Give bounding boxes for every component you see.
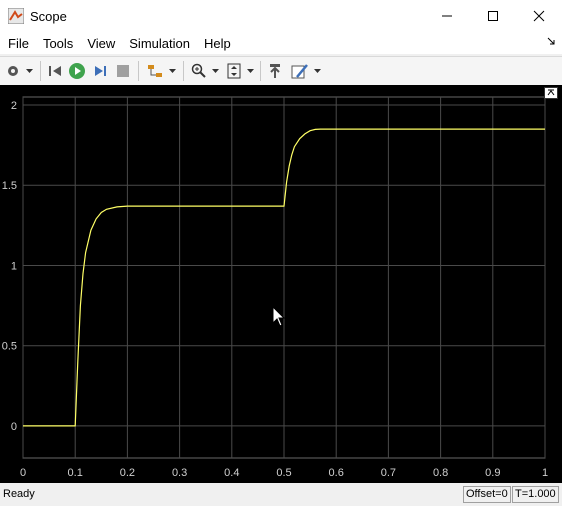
run-icon [69, 63, 85, 79]
highlight-button[interactable] [145, 61, 165, 81]
menu-bar: File Tools View Simulation Help [0, 32, 562, 54]
step-back-button[interactable] [45, 61, 65, 81]
maximize-button[interactable] [470, 0, 516, 32]
x-tick-label: 0.9 [485, 467, 500, 479]
offset-field: Offset=0 [463, 486, 511, 503]
stop-icon [117, 65, 129, 77]
x-tick-label: 0.2 [120, 467, 135, 479]
x-tick-label: 0.7 [381, 467, 396, 479]
toolbar [0, 56, 562, 86]
zoom-in-button[interactable] [189, 61, 209, 81]
minimize-icon [442, 15, 452, 17]
fit-dropdown-icon[interactable] [247, 67, 255, 75]
zoom-dropdown-icon[interactable] [212, 67, 220, 75]
mouse-cursor-icon [272, 306, 286, 327]
time-field: T=1.000 [512, 486, 559, 503]
menu-tools[interactable]: Tools [37, 36, 79, 51]
y-tick-label: 0 [11, 421, 17, 433]
restore-button[interactable] [265, 61, 285, 81]
status-bar: Ready Offset=0 T=1.000 [0, 483, 562, 506]
step-forward-icon [95, 66, 106, 76]
step-back-icon [49, 66, 61, 76]
menu-simulation[interactable]: Simulation [123, 36, 196, 51]
menu-view[interactable]: View [81, 36, 121, 51]
title-bar: Scope [0, 0, 562, 32]
expand-button[interactable] [544, 87, 558, 99]
style-dropdown-icon[interactable] [314, 67, 322, 75]
style-icon [291, 64, 308, 79]
scope-display[interactable]: 0 0.1 0.2 0.3 0.4 0.5 0.6 0.7 0.8 0.9 1 0 0.5 1 1.5 2 [0, 85, 562, 483]
x-tick-label: 0.5 [276, 467, 291, 479]
expand-icon [547, 89, 555, 96]
scope-plot[interactable]: 0 0.1 0.2 0.3 0.4 0.5 0.6 0.7 0.8 0.9 1 0 0.5 1 1.5 2 [0, 85, 562, 483]
x-tick-label: 0.4 [224, 467, 239, 479]
fit-axes-icon [227, 63, 241, 79]
settings-button[interactable] [3, 61, 23, 81]
settings-icon [8, 66, 18, 76]
minimize-button[interactable] [424, 0, 470, 32]
y-tick-label: 2 [11, 100, 17, 112]
x-tick-label: 0.8 [433, 467, 448, 479]
highlight-icon [148, 65, 162, 77]
y-tick-label: 0.5 [2, 341, 17, 353]
fit-axes-button[interactable] [224, 61, 244, 81]
x-tick-label: 1 [542, 467, 548, 479]
highlight-dropdown-icon[interactable] [169, 67, 177, 75]
status-text: Ready [3, 488, 35, 500]
close-icon [533, 10, 545, 22]
close-button[interactable] [516, 0, 562, 32]
x-tick-label: 0.1 [68, 467, 83, 479]
window-title: Scope [30, 8, 67, 24]
style-button[interactable] [290, 61, 310, 81]
y-tick-label: 1.5 [2, 180, 17, 192]
restore-icon [270, 64, 280, 78]
matlab-icon [8, 8, 24, 24]
maximize-icon [488, 11, 498, 21]
settings-dropdown-icon[interactable] [26, 67, 34, 75]
undock-arrow-icon[interactable] [546, 36, 556, 46]
stop-button[interactable] [113, 61, 133, 81]
y-tick-label: 1 [11, 260, 17, 272]
run-button[interactable] [67, 61, 87, 81]
step-forward-button[interactable] [90, 61, 110, 81]
x-tick-label: 0.3 [172, 467, 187, 479]
menu-file[interactable]: File [2, 36, 35, 51]
x-tick-label: 0 [20, 467, 26, 479]
x-tick-label: 0.6 [329, 467, 344, 479]
zoom-in-icon [191, 63, 206, 78]
menu-help[interactable]: Help [198, 36, 237, 51]
